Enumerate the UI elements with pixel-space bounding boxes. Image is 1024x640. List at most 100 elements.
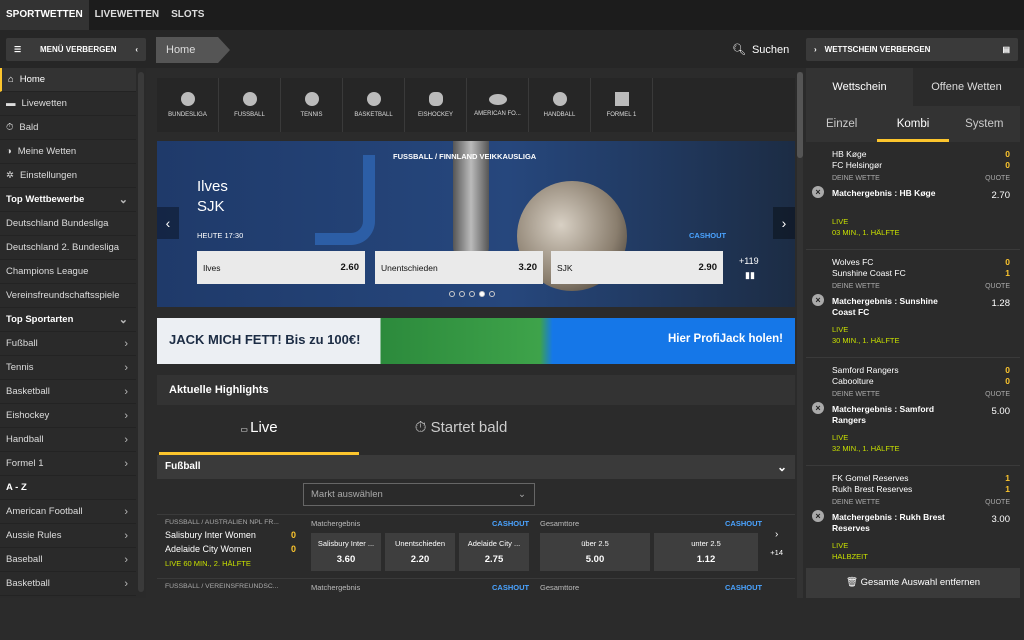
main-scrollbar[interactable] [797,72,803,598]
tab-startet-bald[interactable]: ⏱ Startet bald [361,405,561,455]
row-league: FUSSBALL / AUSTRALIEN NPL FR... [165,519,279,526]
sidebar-item-american-football[interactable]: American Football › [0,500,136,524]
odd-button[interactable]: Salisbury Inter ... 3.60 [311,533,381,571]
breadcrumb[interactable]: Home [156,37,230,63]
bet-odd: 3.00 [991,514,1011,525]
sidebar-item-2-bundesliga[interactable]: Deutschland 2. Bundesliga [0,236,136,260]
chevron-right-icon: › [774,529,779,540]
sport-american-football[interactable]: AMERICAN FO... [467,78,529,132]
remove-bet-icon[interactable]: × [812,294,824,306]
remove-bet-icon[interactable]: × [812,510,824,522]
more-markets-button[interactable]: +119 ▮▮ [739,256,759,281]
sidebar-item-livewetten[interactable]: ▬ Livewetten [0,92,136,116]
sidebar-item-tennis[interactable]: Tennis › [0,356,136,380]
sidebar-item-home[interactable]: ⌂ Home [0,68,136,92]
sidebar-item-basketball-az[interactable]: Basketball › [0,572,136,596]
carousel-prev-button[interactable]: ‹ [157,207,179,239]
tab-einzel[interactable]: Einzel [806,106,877,142]
row-score1: 0 [291,530,297,540]
sport-formel-1[interactable]: FORMEL 1 [591,78,653,132]
tab-system[interactable]: System [949,106,1020,142]
sport-eishockey[interactable]: EISHOCKEY [405,78,467,132]
market-placeholder: Markt auswählen [311,489,383,500]
hide-menu-label: MENÜ VERBERGEN [40,45,117,54]
chevron-down-icon: ⌄ [118,314,128,326]
remove-all-button[interactable]: 🗑︎ Gesamte Auswahl entfernen [806,568,1020,598]
bet-live-status: LIVE 32 MIN., 1. HÄLFTE [832,432,900,454]
odd-button[interactable]: unter 2.5 1.12 [654,533,758,571]
checkered-flag-icon [614,92,629,106]
bet-item: × Wolves FC Sunshine Coast FC 01 DEINE WE… [806,250,1020,358]
market-select[interactable]: Markt auswählen ⌄ [303,483,535,506]
promo-cta[interactable]: Hier ProfiJack holen! [668,333,783,345]
sidebar-item-aussie-rules[interactable]: Aussie Rules › [0,524,136,548]
carousel-dot[interactable] [469,291,475,297]
carousel-dot[interactable] [489,291,495,297]
sidebar-item-baseball[interactable]: Baseball › [0,548,136,572]
carousel-dot[interactable] [459,291,465,297]
sidebar-scrollbar[interactable] [138,72,144,592]
bet-score: 00 [1005,149,1010,171]
remove-bet-icon[interactable]: × [812,186,824,198]
sport-basketball[interactable]: BASKETBALL [343,78,405,132]
sport-bundesliga[interactable]: BUNDESLIGA [157,78,219,132]
sidebar-item-eishockey[interactable]: Eishockey › [0,404,136,428]
bet-score: 01 [1005,257,1010,279]
sidebar-item-vereinsfreundschaftsspiele[interactable]: Vereinsfreundschaftsspiele [0,284,136,308]
search-button[interactable]: 🔍︎ Suchen [732,43,789,57]
tab-slots[interactable]: SLOTS [165,0,210,30]
hide-menu-button[interactable]: ☰ MENÜ VERBERGEN ‹ [6,38,146,61]
promo-text: JACK MICH FETT! Bis zu 100€! [169,332,361,347]
row-team2[interactable]: Adelaide City Women [165,544,251,554]
row-status: LIVE 60 MIN., 2. HÄLFTE [165,559,251,568]
sidebar-item-label: American Football [6,505,83,517]
sidebar-item-einstellungen[interactable]: ✲ Einstellungen [0,164,136,188]
odd-value: 2.90 [698,262,718,273]
sport-fussball[interactable]: FUSSBALL [219,78,281,132]
hero-odd-away[interactable]: SJK 2.90 [551,251,723,284]
sidebar-item-fussball[interactable]: Fußball › [0,332,136,356]
sidebar: ⌂ Home ▬ Livewetten ⏱ Bald ◑ Meine Wetten ✲ E… [0,68,146,598]
tab-livewetten[interactable]: LIVEWETTEN [89,0,165,30]
hero-odd-draw[interactable]: Unentschieden 3.20 [375,251,543,284]
tab-wettschein[interactable]: Wettschein [806,68,913,106]
odd-button[interactable]: über 2.5 5.00 [540,533,650,571]
table-row: FUSSBALL / AUSTRALIEN NPL FR... Salisbur… [157,514,795,576]
more-markets-button[interactable]: › +14 [770,529,783,557]
tab-kombi[interactable]: Kombi [877,106,949,142]
bet-score2: 0 [1005,160,1010,170]
remove-bet-icon[interactable]: × [812,402,824,414]
sidebar-item-formel-1[interactable]: Formel 1 › [0,452,136,476]
live-label: LIVE [832,433,849,442]
sidebar-item-label: Livewetten [21,97,67,109]
hero-odd-home[interactable]: Ilves 2.60 [197,251,365,284]
category-header-fussball[interactable]: Fußball ⌄ [157,455,795,479]
sidebar-item-basketball[interactable]: Basketball › [0,380,136,404]
sidebar-item-meine-wetten[interactable]: ◑ Meine Wetten [0,140,136,164]
scrollbar-thumb[interactable] [797,72,803,158]
bet-score1: 0 [1005,149,1010,159]
promo-banner[interactable]: JACK MICH FETT! Bis zu 100€! Hier ProfiJ… [157,318,795,364]
odd-button[interactable]: Unentschieden 2.20 [385,533,455,571]
sidebar-item-label: Eishockey [6,409,50,421]
sidebar-item-bald[interactable]: ⏱ Bald [0,116,136,140]
bet-team2: Rukh Brest Reserves [832,484,913,494]
row-team1[interactable]: Salisbury Inter Women [165,530,256,540]
bet-item: × FK Gomel Reserves Rukh Brest Reserves 1… [806,466,1020,574]
hide-betslip-button[interactable]: › WETTSCHEIN VERBERGEN ▤ [806,38,1018,61]
carousel-next-button[interactable]: › [773,207,795,239]
sidebar-item-champions-league[interactable]: Champions League [0,260,136,284]
sidebar-item-bundesliga[interactable]: Deutschland Bundesliga [0,212,136,236]
sidebar-section-top-sportarten[interactable]: Top Sportarten ⌄ [0,308,136,332]
carousel-dot[interactable] [449,291,455,297]
sport-handball[interactable]: HANDBALL [529,78,591,132]
bet-market: Matchergebnis : Sunshine Coast FC [832,296,938,317]
carousel-dot[interactable] [479,291,485,297]
tab-live[interactable]: ▭ Live [159,405,359,455]
tab-sportwetten[interactable]: SPORTWETTEN [0,0,89,30]
odd-button[interactable]: Adelaide City ... 2.75 [459,533,529,571]
sidebar-item-handball[interactable]: Handball › [0,428,136,452]
sport-tennis[interactable]: TENNIS [281,78,343,132]
sidebar-section-top-wettbewerbe[interactable]: Top Wettbewerbe ⌄ [0,188,136,212]
tab-offene-wetten[interactable]: Offene Wetten [913,68,1020,106]
